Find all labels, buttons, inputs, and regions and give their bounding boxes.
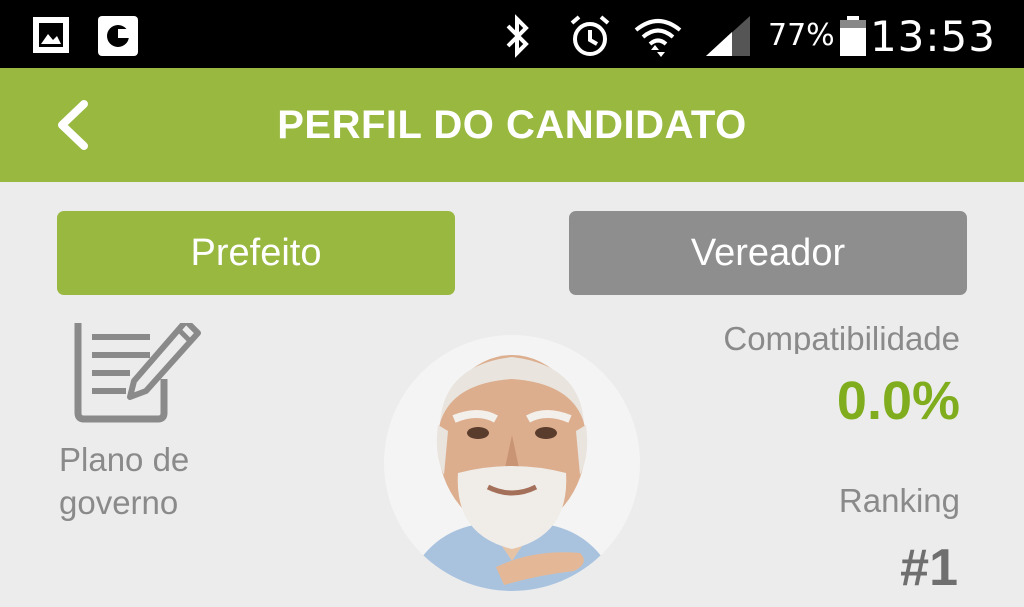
battery-icon <box>840 16 866 56</box>
compatibility-label: Compatibilidade <box>723 320 960 354</box>
document-pen-icon[interactable] <box>68 323 204 425</box>
tab-prefeito[interactable]: Prefeito <box>57 211 455 295</box>
tab-vereador[interactable]: Vereador <box>569 211 967 295</box>
page-title: PERFIL DO CANDIDATO <box>277 103 747 147</box>
status-bar: 77% 13:53 <box>0 0 1024 68</box>
bluetooth-icon <box>506 14 529 58</box>
gallery-icon <box>33 17 69 53</box>
app-bar: PERFIL DO CANDIDATO <box>0 68 1024 182</box>
plan-label[interactable]: Plano de governo <box>59 438 259 524</box>
battery-percentage: 77% <box>768 18 835 53</box>
clock: 13:53 <box>869 12 996 61</box>
alarm-icon <box>570 15 610 56</box>
wifi-icon <box>634 19 682 57</box>
ranking-value: #1 <box>900 539 958 597</box>
app-c-icon <box>98 16 138 56</box>
candidate-photo <box>384 335 640 591</box>
signal-icon <box>706 16 750 56</box>
compatibility-value: 0.0% <box>836 371 960 431</box>
ranking-label: Ranking <box>838 482 960 519</box>
